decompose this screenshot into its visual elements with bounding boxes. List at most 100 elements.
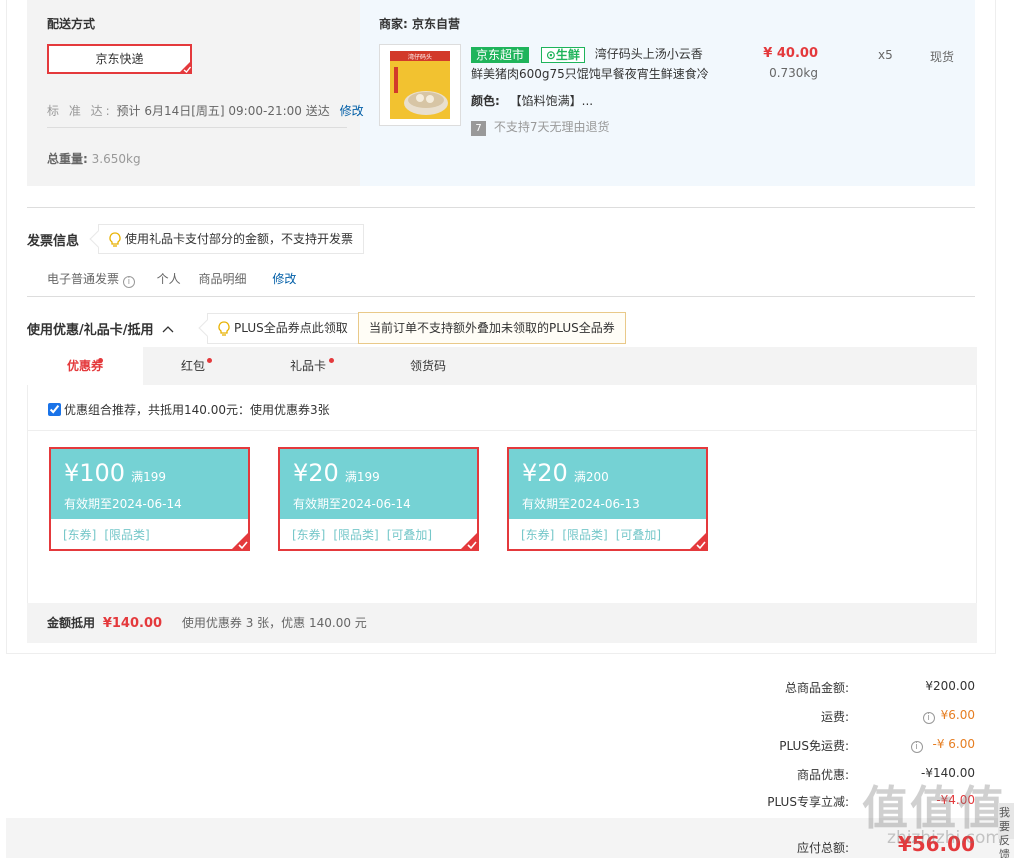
freight-value: i ¥6.00 bbox=[865, 708, 975, 724]
fresh-leaf-icon: ⊙ bbox=[545, 47, 556, 62]
coupon-amount-value: ¥100 bbox=[64, 459, 126, 487]
tab-label: 领货码 bbox=[409, 359, 446, 373]
invoice-modify-link[interactable]: 修改 bbox=[272, 272, 296, 286]
delivery-modify-link[interactable]: 修改 bbox=[340, 104, 364, 118]
info-icon[interactable]: i bbox=[910, 741, 923, 753]
freight-amount: ¥6.00 bbox=[940, 708, 975, 722]
plus-free-shipping-label: PLUS免运费: bbox=[779, 739, 849, 753]
info-icon[interactable]: i bbox=[122, 276, 135, 288]
combo-recommend[interactable]: 优惠组合推荐，共抵用140.00元：使用优惠券3张 bbox=[48, 401, 330, 418]
product-title-line2: 鲜美猪肉600g75只馄饨早餐夜宵生鲜速食冷 bbox=[471, 67, 709, 81]
invoice-tip-text: 使用礼品卡支付部分的金额，不支持开发票 bbox=[125, 232, 354, 246]
coupon-condition: 满199 bbox=[344, 470, 380, 484]
tag-fresh: ⊙生鲜 bbox=[540, 46, 585, 63]
coupon-validity: 有效期至2024-06-14 bbox=[293, 497, 411, 511]
info-icon[interactable]: i bbox=[922, 712, 935, 724]
product-color: 颜色: 【馅料饱满】... bbox=[471, 92, 593, 109]
feedback-float[interactable]: 我要反馈 bbox=[998, 803, 1014, 858]
merchant-title: 商家: 京东自营 bbox=[379, 17, 460, 31]
coupon-divider bbox=[28, 430, 976, 431]
coupon-tag: [限品类] bbox=[562, 528, 608, 542]
product-quantity: x5 bbox=[878, 48, 893, 62]
tag-fresh-label: 生鲜 bbox=[555, 47, 580, 62]
coupon-amount-value: ¥20 bbox=[522, 459, 568, 487]
tab-pickup-code[interactable]: 领货码 bbox=[373, 347, 483, 385]
discount-label: 金额抵用 bbox=[47, 616, 96, 630]
total-weight-value: 3.650kg bbox=[91, 152, 141, 166]
coupon-amount: ¥100 满199 bbox=[64, 459, 248, 491]
product-price: ¥ 40.00 bbox=[763, 46, 818, 61]
product-stock: 现货 bbox=[930, 50, 955, 64]
coupon-card[interactable]: ¥100 满199 有效期至2024-06-14 [东券] [限品类] bbox=[49, 447, 250, 551]
goods-total-value: ¥200.00 bbox=[925, 679, 975, 693]
coupon-tag: [限品类] bbox=[104, 528, 150, 542]
coupon-amount: ¥20 满200 bbox=[522, 459, 706, 491]
promo-title[interactable]: 使用优惠/礼品卡/抵用 bbox=[27, 319, 175, 338]
coupon-tag: [可叠加] bbox=[615, 528, 662, 542]
coupon-top: ¥20 满200 有效期至2024-06-13 bbox=[509, 449, 706, 519]
selected-check-icon bbox=[688, 531, 708, 551]
product-title-line1: 湾仔码头上汤小云香 bbox=[594, 47, 703, 61]
bulb-icon bbox=[109, 232, 121, 247]
coupon-tags: [东券] [限品类] bbox=[51, 519, 248, 543]
combo-checkbox[interactable] bbox=[48, 403, 61, 416]
plus-discount-label: PLUS专享立减: bbox=[767, 795, 849, 809]
plus-free-shipping-amount: -¥ 6.00 bbox=[932, 737, 976, 751]
coupon-tag: [东券] bbox=[521, 528, 555, 542]
chevron-up-icon[interactable] bbox=[161, 324, 175, 334]
shipping-option-jd-express[interactable]: 京东快递 bbox=[47, 44, 192, 74]
watermark-url: zhizhizhi.com bbox=[887, 828, 1002, 848]
product-return-text: 不支持7天无理由退货 bbox=[493, 120, 610, 134]
delivery-standard-label: 标 准 达: bbox=[47, 104, 113, 118]
plus-free-shipping-value: i -¥ 6.00 bbox=[865, 737, 975, 753]
invoice-title: 发票信息 bbox=[27, 234, 80, 249]
discount-desc: 使用优惠券 3 张，优惠 140.00 元 bbox=[181, 616, 367, 630]
promo-tabs: 优惠券 红包 礼品卡 领货码 bbox=[27, 347, 977, 385]
coupon-card[interactable]: ¥20 满200 有效期至2024-06-13 [东券] [限品类] [可叠加] bbox=[507, 447, 708, 551]
product-return-policy: 7 不支持7天无理由退货 bbox=[471, 118, 609, 136]
promo-title-text: 使用优惠/礼品卡/抵用 bbox=[27, 323, 154, 338]
coupon-condition: 满200 bbox=[573, 470, 609, 484]
product-color-label: 颜色: bbox=[471, 94, 500, 108]
plus-notice: 当前订单不支持额外叠加未领取的PLUS全品券 bbox=[358, 312, 626, 344]
combo-text: 优惠组合推荐，共抵用140.00元：使用优惠券3张 bbox=[64, 403, 330, 417]
product-title[interactable]: 京东超市 ⊙生鲜 湾仔码头上汤小云香 鲜美猪肉600g75只馄饨早餐夜宵生鲜速食… bbox=[471, 44, 711, 84]
tab-dot bbox=[207, 358, 212, 363]
coupon-tag: [东券] bbox=[292, 528, 326, 542]
product-thumbnail[interactable]: 湾仔码头 bbox=[379, 44, 461, 126]
product-color-value: 【馅料饱满】... bbox=[509, 94, 594, 108]
coupon-top: ¥20 满199 有效期至2024-06-14 bbox=[280, 449, 477, 519]
tab-coupons[interactable]: 优惠券 bbox=[27, 347, 143, 385]
invoice-details: 电子普通发票 i 个人 商品明细 修改 bbox=[47, 270, 296, 288]
plus-coupon-tip[interactable]: PLUS全品券点此领取 bbox=[198, 313, 359, 344]
shipping-title: 配送方式 bbox=[47, 17, 96, 31]
delivery-estimate: 标 准 达: 预计 6月14日[周五] 09:00-21:00 送达 修改 bbox=[47, 102, 364, 119]
coupon-tags: [东券] [限品类] [可叠加] bbox=[509, 519, 706, 543]
tab-red-packet[interactable]: 红包 bbox=[143, 347, 243, 385]
shipping-divider bbox=[47, 127, 347, 128]
discount-summary: 金额抵用 ¥140.00 使用优惠券 3 张，优惠 140.00 元 bbox=[27, 603, 977, 643]
invoice-type: 电子普通发票 bbox=[47, 272, 120, 286]
goods-discount-label: 商品优惠: bbox=[796, 768, 849, 782]
coupon-tag: [东券] bbox=[63, 528, 97, 542]
coupon-top: ¥100 满199 有效期至2024-06-14 bbox=[51, 449, 248, 519]
freight-label: 运费: bbox=[820, 710, 849, 724]
no-return-icon: 7 bbox=[471, 121, 486, 136]
plus-coupon-tip-text: PLUS全品券点此领取 bbox=[234, 321, 348, 335]
invoice-detail: 商品明细 bbox=[198, 272, 247, 286]
coupon-tag: [限品类] bbox=[333, 528, 379, 542]
goods-total-label: 总商品金额: bbox=[784, 681, 849, 695]
coupon-tags: [东券] [限品类] [可叠加] bbox=[280, 519, 477, 543]
delivery-standard-text: 预计 6月14日[周五] 09:00-21:00 送达 bbox=[116, 104, 330, 118]
total-weight-label: 总重量: bbox=[47, 152, 88, 166]
section-divider bbox=[27, 296, 975, 297]
coupon-condition: 满199 bbox=[131, 470, 166, 484]
shipping-option-label: 京东快递 bbox=[95, 52, 144, 66]
tab-dot bbox=[98, 358, 103, 363]
tab-gift-card[interactable]: 礼品卡 bbox=[253, 347, 363, 385]
product-weight: 0.730kg bbox=[769, 66, 818, 80]
discount-value: ¥140.00 bbox=[102, 616, 163, 631]
total-payable-label: 应付总额: bbox=[796, 841, 849, 855]
selected-check-icon bbox=[230, 531, 250, 551]
coupon-card[interactable]: ¥20 满199 有效期至2024-06-14 [东券] [限品类] [可叠加] bbox=[278, 447, 479, 551]
